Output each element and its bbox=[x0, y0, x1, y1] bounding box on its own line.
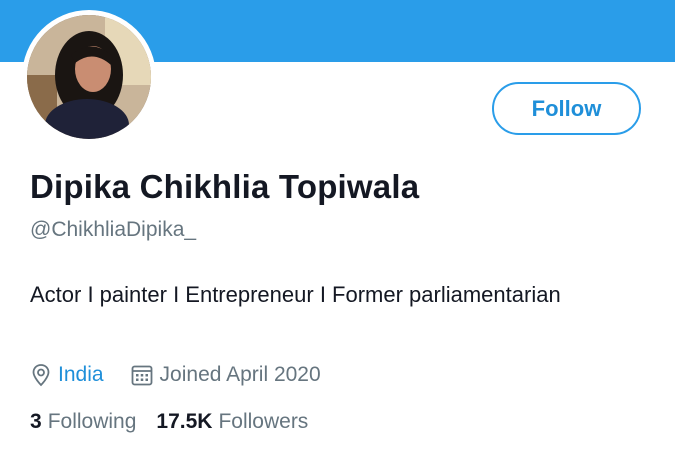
profile-bio: Actor I painter I Entrepreneur I Former … bbox=[30, 282, 561, 307]
map-pin-icon bbox=[30, 363, 52, 387]
avatar-frame bbox=[22, 10, 156, 144]
followers-label: Followers bbox=[218, 410, 309, 433]
profile-handle: @ChikhliaDipika_ bbox=[30, 218, 197, 241]
following-count: 3 bbox=[30, 410, 42, 433]
followers-link[interactable]: 17.5K Followers bbox=[156, 410, 308, 434]
avatar[interactable] bbox=[27, 15, 151, 139]
follow-button[interactable]: Follow bbox=[492, 82, 641, 135]
calendar-icon bbox=[130, 363, 154, 387]
profile-stats: 3 Following 17.5K Followers bbox=[30, 410, 328, 434]
followers-count: 17.5K bbox=[156, 410, 213, 433]
location-link[interactable]: India bbox=[58, 363, 104, 387]
profile-meta: India Joined April 2020 bbox=[30, 360, 321, 390]
joined-date: Joined April 2020 bbox=[159, 363, 321, 386]
following-label: Following bbox=[47, 410, 137, 433]
following-link[interactable]: 3 Following bbox=[30, 410, 136, 434]
avatar-photo bbox=[27, 15, 151, 139]
profile-name: Dipika Chikhlia Topiwala bbox=[30, 168, 420, 205]
